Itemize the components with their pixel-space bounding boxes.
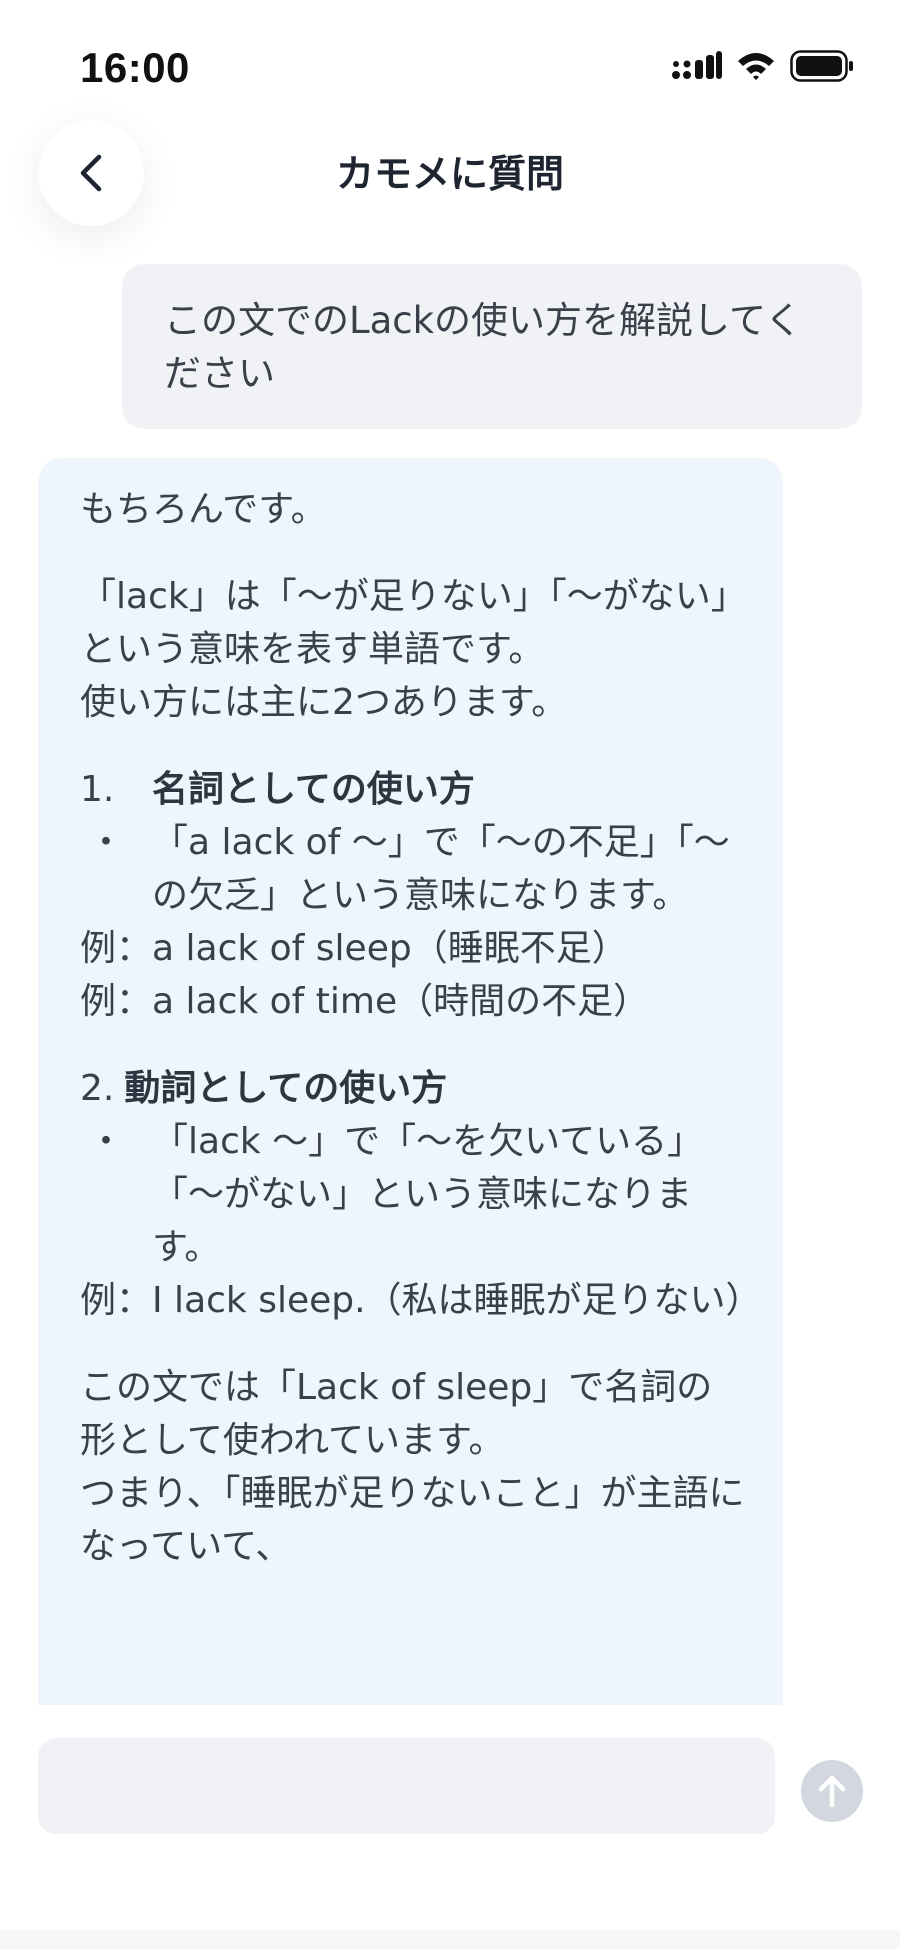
section2-heading-row: 2. 動詞としての使い方: [80, 1062, 745, 1115]
section1-bullet-text: 「a lack of ～」で「～の不足」「～の欠乏」という意味になります。: [152, 822, 730, 916]
assistant-intro-line1: 「lack」は「～が足りない」「～がない」という意味を表す単語です。: [80, 576, 729, 670]
assistant-conclusion-line2: つまり、「睡眠が足りないこと」が主語になっていて、: [80, 1473, 745, 1567]
cellular-signal-icon: [672, 51, 722, 79]
section1-number: 1.: [80, 769, 115, 810]
status-icons: [672, 50, 854, 82]
section1-bullet: ・ 「a lack of ～」で「～の不足」「～の欠乏」という意味になります。: [80, 816, 745, 922]
section1-heading-row: 1. 名詞としての使い方: [80, 763, 745, 816]
page-title: カモメに質問: [335, 152, 564, 196]
assistant-conclusion-line1: この文では「Lack of sleep」で名詞の形として使われています。: [80, 1367, 713, 1461]
assistant-message-bubble: もちろんです。 「lack」は「～が足りない」「～がない」という意味を表す単語で…: [38, 458, 783, 1705]
section1-example1: 例：a lack of sleep（睡眠不足）: [80, 928, 628, 969]
message-input[interactable]: [38, 1738, 775, 1834]
arrow-up-icon: [818, 1775, 846, 1808]
assistant-greeting: もちろんです。: [80, 489, 327, 530]
user-message-text: この文でのLackの使い方を解説してください: [164, 299, 802, 395]
status-time: 16:00: [80, 44, 190, 91]
section1-heading: 名詞としての使い方: [152, 769, 475, 810]
section1-example2: 例：a lack of time（時間の不足）: [80, 981, 650, 1022]
home-indicator-area: [0, 1930, 900, 1949]
section2-bullet-text: 「lack ～」で「～を欠いている」「～がない」という意味になります。: [152, 1121, 704, 1268]
user-message-bubble: この文でのLackの使い方を解説してください: [122, 264, 862, 429]
bullet-dot: ・: [88, 822, 125, 863]
battery-icon: [790, 50, 853, 82]
wifi-icon: [738, 53, 774, 80]
send-button[interactable]: [801, 1760, 863, 1822]
section2-example1: 例：I lack sleep.（私は睡眠が足りない）: [80, 1280, 762, 1321]
section2-heading: 動詞としての使い方: [124, 1068, 448, 1109]
screen: 16:00 カモメに質問 この文でのLackの使い方を解説してください もちろん…: [0, 0, 900, 1949]
status-bar: 16:00: [0, 0, 900, 110]
section2-number: 2.: [80, 1068, 115, 1109]
bullet-dot: ・: [88, 1121, 125, 1162]
section2-bullet: ・ 「lack ～」で「～を欠いている」「～がない」という意味になります。: [80, 1115, 745, 1274]
chat-message-list[interactable]: この文でのLackの使い方を解説してください もちろんです。 「lack」は「～…: [0, 255, 900, 1705]
assistant-intro-line2: 使い方には主に2つあります。: [80, 682, 568, 723]
